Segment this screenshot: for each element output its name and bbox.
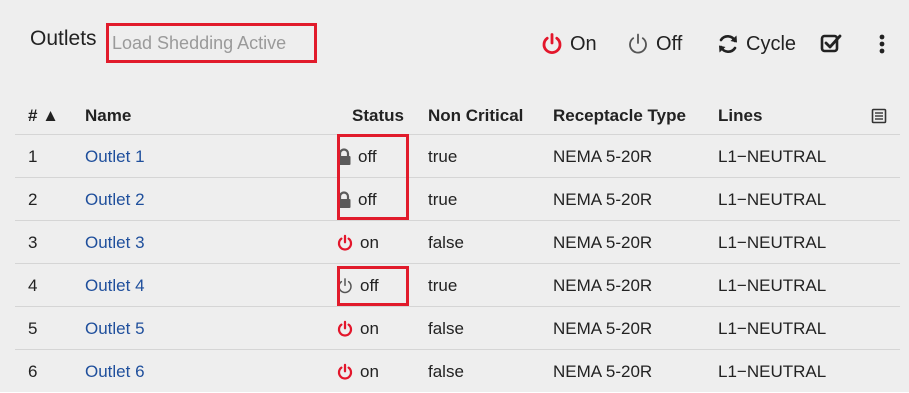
power-cycle-label: Cycle: [746, 32, 797, 55]
outlet-lines: L1−NEUTRAL: [718, 147, 827, 166]
power-off-button[interactable]: Off: [626, 28, 682, 60]
outlet-name-link[interactable]: Outlet 4: [85, 264, 145, 307]
outlet-receptacle-type: NEMA 5-20R: [553, 362, 653, 381]
panel-header: Outlets Load Shedding Active On Off Cycl…: [0, 0, 909, 94]
outlet-number: 6: [28, 362, 38, 381]
cycle-icon: [719, 35, 737, 53]
power-on-button[interactable]: On: [540, 28, 597, 60]
power-off-icon: [629, 33, 647, 54]
outlet-non-critical: true: [428, 190, 458, 209]
column-header-number-sort[interactable]: # ▲: [28, 94, 59, 137]
table-row[interactable]: 3 Outlet 3 on false NEMA 5-20R L1−NEUTRA…: [15, 220, 900, 263]
outlet-number: 4: [28, 276, 38, 295]
power-on-icon: [337, 363, 353, 379]
table-row[interactable]: 2 Outlet 2 off true NEMA 5-20R L1−NEUTRA…: [15, 177, 900, 220]
power-cycle-button[interactable]: Cycle: [716, 28, 796, 60]
outlet-non-critical: true: [428, 147, 458, 166]
outlet-lines: L1−NEUTRAL: [718, 319, 827, 338]
outlet-lines: L1−NEUTRAL: [718, 233, 827, 252]
table-row[interactable]: 4 Outlet 4 off true NEMA 5-20R L1−NEUTRA…: [15, 263, 900, 306]
table-row[interactable]: 6 Outlet 6 on false NEMA 5-20R L1−NEUTRA…: [15, 349, 900, 392]
outlet-receptacle-type: NEMA 5-20R: [553, 190, 653, 209]
outlet-receptacle-type: NEMA 5-20R: [553, 147, 653, 166]
column-header-receptacle-type[interactable]: Receptacle Type: [553, 94, 686, 137]
outlet-non-critical: false: [428, 362, 464, 381]
outlet-status: on: [336, 221, 379, 264]
outlet-status: on: [336, 350, 379, 393]
column-header-status[interactable]: Status: [352, 94, 404, 137]
outlet-name-link[interactable]: Outlet 3: [85, 221, 145, 264]
highlight-box-locked-status: [337, 134, 409, 220]
outlet-number: 3: [28, 233, 38, 252]
power-on-icon: [542, 33, 562, 54]
column-chooser-icon: [871, 108, 887, 123]
outlet-status-text: on: [360, 233, 379, 252]
outlet-number: 1: [28, 147, 38, 166]
outlets-panel: Outlets Load Shedding Active On Off Cycl…: [0, 0, 909, 392]
outlet-name-link[interactable]: Outlet 1: [85, 135, 145, 178]
outlet-number: 2: [28, 190, 38, 209]
outlet-non-critical: false: [428, 233, 464, 252]
outlet-status-text: on: [360, 319, 379, 338]
outlet-non-critical: false: [428, 319, 464, 338]
bulk-select-button[interactable]: [820, 28, 842, 60]
outlet-name-link[interactable]: Outlet 6: [85, 350, 145, 393]
outlet-status-text: on: [360, 362, 379, 381]
outlet-receptacle-type: NEMA 5-20R: [553, 319, 653, 338]
outlet-lines: L1−NEUTRAL: [718, 190, 827, 209]
outlet-number: 5: [28, 319, 38, 338]
outlet-status: on: [336, 307, 379, 350]
page-title: Outlets: [30, 27, 97, 50]
highlight-box-off-status: [337, 266, 409, 306]
power-on-icon: [337, 320, 353, 336]
kebab-menu-icon: [879, 34, 885, 54]
outlet-lines: L1−NEUTRAL: [718, 362, 827, 381]
load-shedding-status: Load Shedding Active: [112, 33, 287, 53]
outlet-name-link[interactable]: Outlet 5: [85, 307, 145, 350]
checkbox-edit-icon: [820, 34, 842, 53]
column-header-lines[interactable]: Lines: [718, 94, 762, 137]
outlet-non-critical: true: [428, 276, 458, 295]
table-row[interactable]: 1 Outlet 1 off true NEMA 5-20R L1−NEUTRA…: [15, 134, 900, 177]
table-header-row: # ▲ Name Status Non Critical Receptacle …: [15, 94, 900, 137]
table-row[interactable]: 5 Outlet 5 on false NEMA 5-20R L1−NEUTRA…: [15, 306, 900, 349]
power-off-label: Off: [656, 32, 683, 55]
outlet-lines: L1−NEUTRAL: [718, 276, 827, 295]
power-on-label: On: [570, 32, 597, 55]
column-header-name[interactable]: Name: [85, 94, 131, 137]
column-header-non-critical[interactable]: Non Critical: [428, 94, 523, 137]
column-chooser-button[interactable]: [871, 94, 887, 137]
outlet-receptacle-type: NEMA 5-20R: [553, 276, 653, 295]
outlet-name-link[interactable]: Outlet 2: [85, 178, 145, 221]
power-on-icon: [337, 234, 353, 250]
more-options-button[interactable]: [878, 28, 886, 60]
outlet-receptacle-type: NEMA 5-20R: [553, 233, 653, 252]
